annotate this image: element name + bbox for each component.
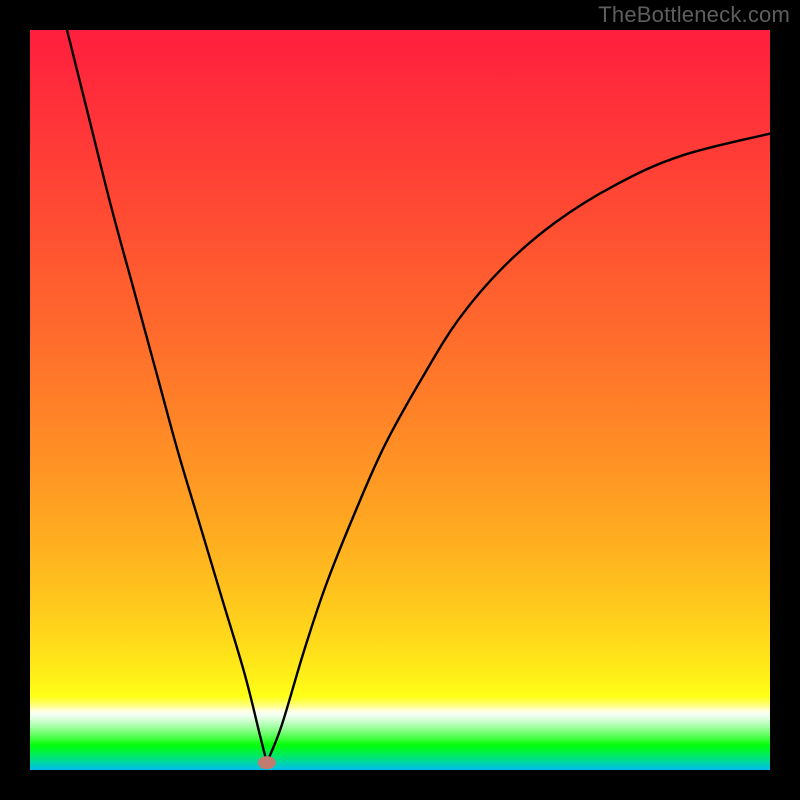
plot-svg: [30, 30, 770, 770]
gradient-background: [30, 30, 770, 770]
plot-area: [30, 30, 770, 770]
chart-frame: TheBottleneck.com: [0, 0, 800, 800]
bottleneck-marker: [258, 756, 276, 769]
watermark-text: TheBottleneck.com: [598, 2, 790, 28]
